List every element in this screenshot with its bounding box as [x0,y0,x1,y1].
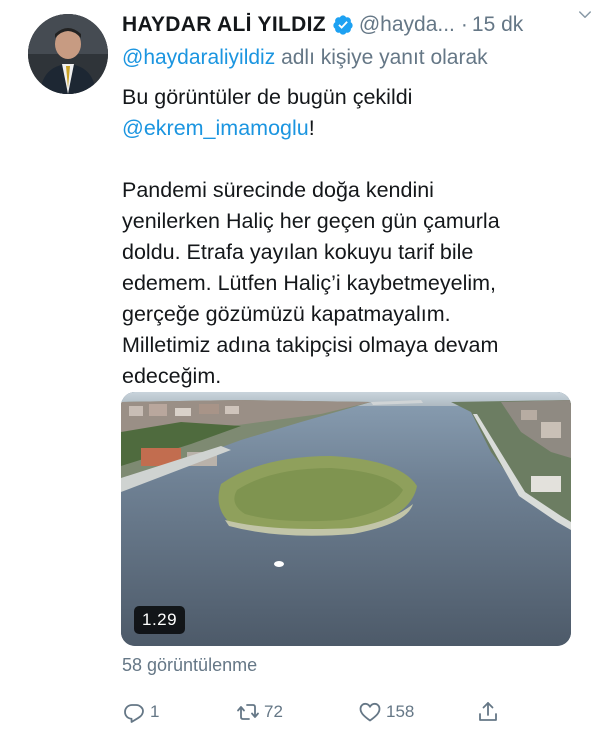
tweet-line: Bu görüntüler de bugün çekildi [122,85,413,109]
avatar[interactable] [28,14,108,94]
share-button[interactable] [476,700,500,724]
reply-button[interactable]: 1 [122,700,159,724]
display-name[interactable]: HAYDAR ALİ YILDIZ [122,13,326,37]
chevron-down-icon[interactable] [576,6,594,24]
view-count: 58 görüntülenme [122,655,258,675]
like-button[interactable]: 158 [358,700,414,724]
tweet-line: Milletimiz adına takipçisi olmaya devam [122,333,499,357]
reply-to-link[interactable]: @haydaraliyildiz [122,46,275,69]
tweet-line: edemem. Lütfen Haliç’i kaybetmeyelim, [122,271,497,295]
retweet-icon [237,704,259,720]
reply-context: @haydaraliyildiz adlı kişiye yanıt olara… [122,46,488,70]
tweet-line: edeceğim. [122,364,222,388]
retweet-count: 72 [264,702,283,721]
action-bar: 1 72 158 [122,700,582,730]
share-icon [479,702,497,721]
tweet-time[interactable]: 15 dk [472,13,523,37]
tweet-text: Bu görüntüler de bugün çekildi @ekrem_im… [122,82,582,392]
mention-link[interactable]: @ekrem_imamoglu [122,116,309,140]
tweet-line: @ekrem_imamoglu! [122,113,582,144]
author-handle[interactable]: @hayda... [359,13,455,37]
heart-icon [359,702,381,722]
video-thumbnail [121,392,571,646]
tweet-line: gerçeğe gözümüzü kapatmayalım. [122,302,451,326]
reply-count: 1 [150,702,160,721]
tweet-line: yenilerken Haliç her geçen gün çamurla [122,209,500,233]
tweet-header: HAYDAR ALİ YILDIZ @hayda... · 15 dk [122,10,580,40]
retweet-button[interactable]: 72 [236,700,283,724]
separator-dot: · [460,13,468,36]
reply-icon [124,704,144,723]
tweet-line: doldu. Etrafa yayılan kokuyu tarif bile [122,240,474,264]
tweet-line: Pandemi sürecinde doğa kendini [122,178,434,202]
mention-suffix: ! [308,116,315,140]
video-player[interactable]: 1.29 [121,392,571,646]
video-duration: 1.29 [134,606,186,634]
profile-photo [28,14,108,94]
verified-badge-icon [333,15,353,35]
like-count: 158 [386,702,415,721]
reply-context-text: adlı kişiye yanıt olarak [281,46,488,69]
